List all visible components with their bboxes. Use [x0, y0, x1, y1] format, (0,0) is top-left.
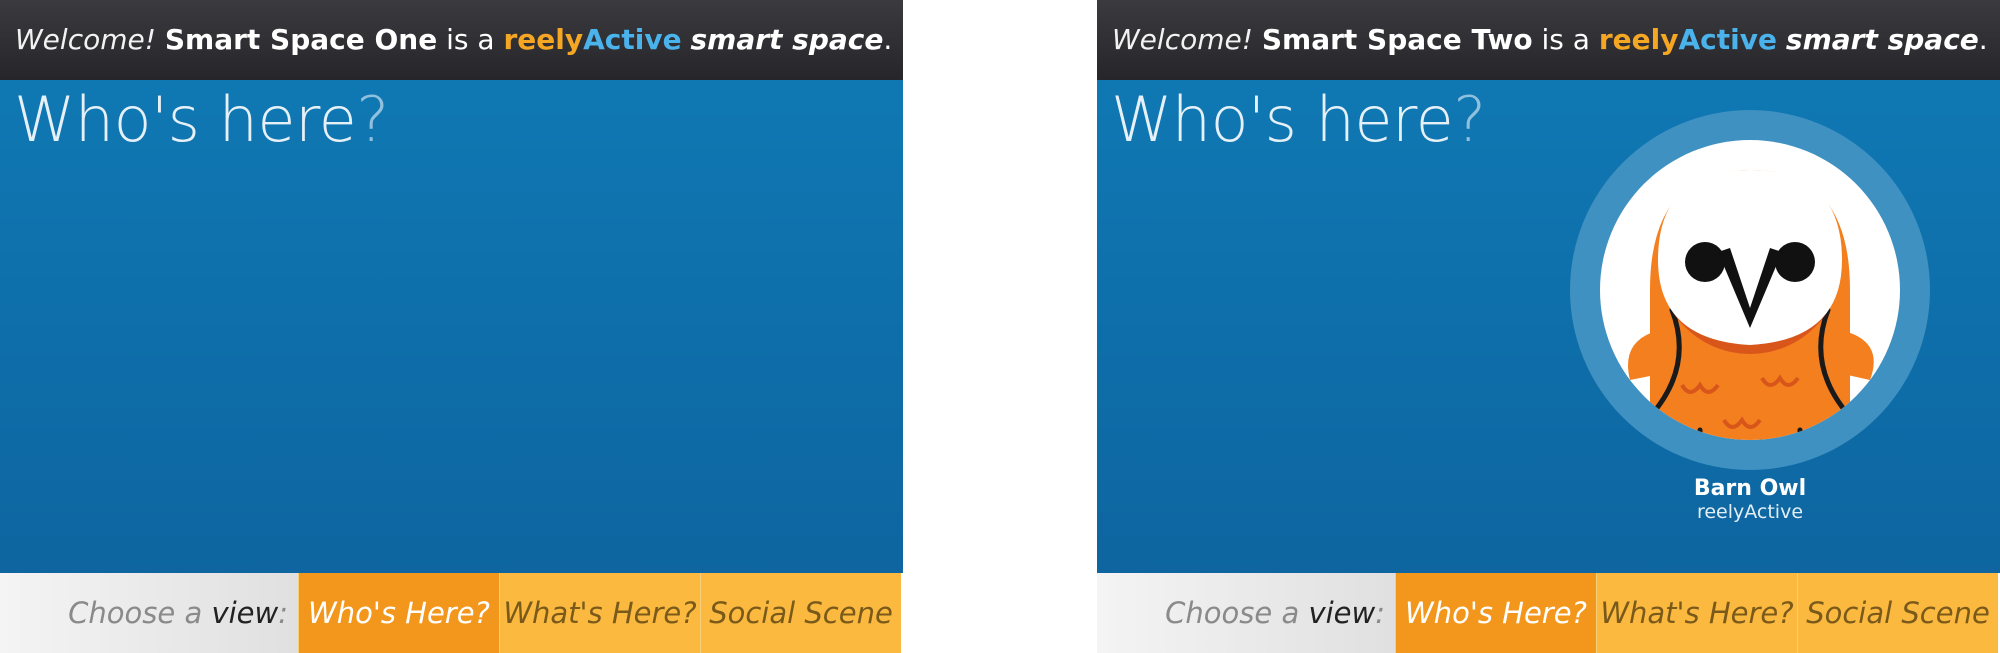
smart-space-two-panel: Welcome! Smart Space Two is a reelyActiv… — [1097, 0, 2000, 653]
choose-view-label: Choose a view: — [1097, 573, 1395, 653]
smart-space-text: smart space — [690, 23, 884, 56]
space-name: Smart Space Two — [1261, 23, 1533, 56]
smart-space-one-panel: Welcome! Smart Space One is a reelyActiv… — [0, 0, 903, 653]
tab-whats-here[interactable]: What's Here? — [499, 573, 700, 653]
person-card[interactable]: Barn Owl reelyActive — [1570, 110, 1930, 523]
is-a-text: is a — [446, 23, 495, 56]
brand-name: reelyActive — [1599, 23, 1777, 56]
welcome-text: Welcome! — [15, 23, 156, 56]
brand-name: reelyActive — [503, 23, 681, 56]
view-nav: Choose a view: Who's Here? What's Here? … — [1097, 573, 2000, 653]
brand-reely: reely — [503, 23, 584, 56]
brand-reely: reely — [1598, 23, 1679, 56]
page-title: Who's here? — [1111, 80, 1486, 160]
barn-owl-icon — [1600, 140, 1900, 440]
header-bar: Welcome! Smart Space One is a reelyActiv… — [0, 0, 903, 80]
period: . — [1978, 23, 1988, 56]
brand-active: Active — [583, 23, 682, 56]
page-title-text: Who's here — [14, 83, 357, 156]
view-nav: Choose a view: Who's Here? What's Here? … — [0, 573, 903, 653]
page-title-text: Who's here — [1111, 83, 1454, 156]
brand-active: Active — [1678, 23, 1778, 56]
avatar[interactable] — [1570, 110, 1930, 470]
choose-view-label: Choose a view: — [0, 573, 298, 653]
tab-whos-here[interactable]: Who's Here? — [298, 573, 499, 653]
tab-social-scene[interactable]: Social Scene — [1797, 573, 1998, 653]
tab-whos-here[interactable]: Who's Here? — [1395, 573, 1596, 653]
person-name: Barn Owl — [1693, 476, 1807, 501]
main-area: Who's here? — [0, 80, 903, 573]
main-area: Who's here? — [1097, 80, 2000, 573]
tab-social-scene[interactable]: Social Scene — [700, 573, 901, 653]
page-title-qmark: ? — [356, 83, 389, 156]
header-bar: Welcome! Smart Space Two is a reelyActiv… — [1097, 0, 2000, 80]
page-title-qmark: ? — [1453, 83, 1486, 156]
period: . — [883, 23, 893, 56]
space-name: Smart Space One — [164, 23, 438, 56]
tab-whats-here[interactable]: What's Here? — [1596, 573, 1797, 653]
page-title: Who's here? — [14, 80, 389, 160]
smart-space-text: smart space — [1785, 23, 1979, 56]
is-a-text: is a — [1541, 23, 1590, 56]
person-org: reelyActive — [1696, 501, 1804, 523]
welcome-text: Welcome! — [1112, 23, 1253, 56]
